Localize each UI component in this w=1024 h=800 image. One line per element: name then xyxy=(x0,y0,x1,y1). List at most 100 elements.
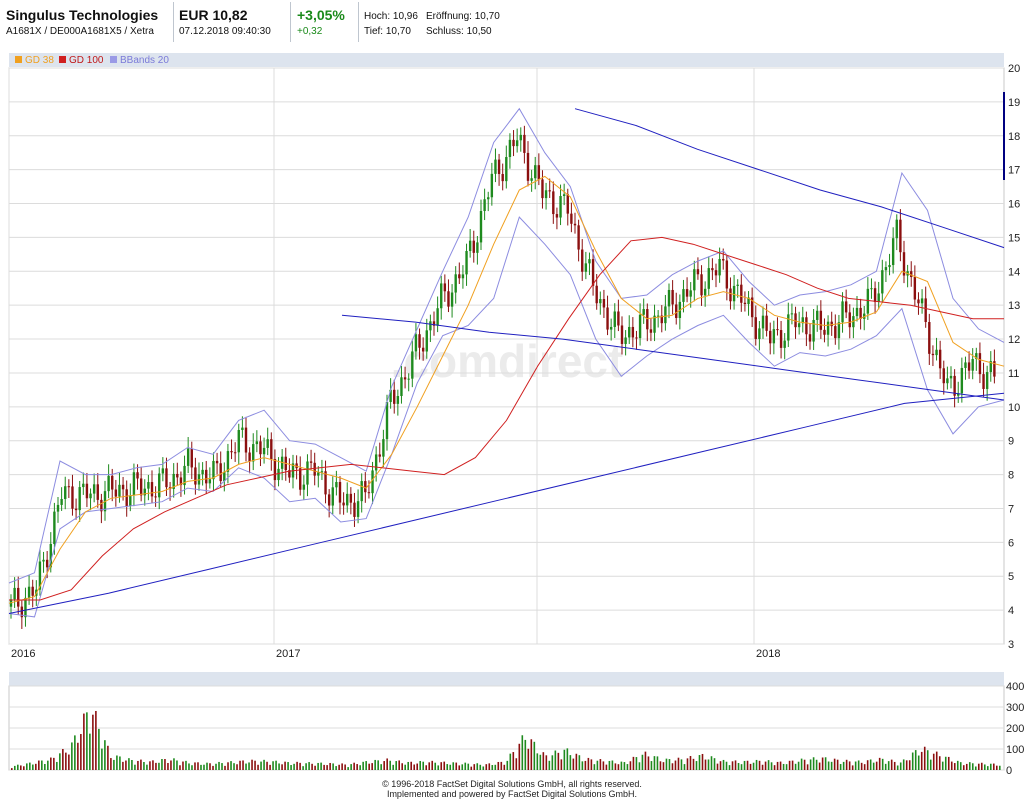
volume-bar xyxy=(164,759,166,770)
candle-body xyxy=(107,475,110,492)
volume-bar xyxy=(179,765,181,770)
volume-bar xyxy=(509,753,512,770)
volume-bar xyxy=(995,765,998,770)
candle-body xyxy=(931,353,935,356)
candle-body xyxy=(783,340,786,348)
candle-body xyxy=(830,321,833,327)
volume-bar xyxy=(77,742,79,770)
volume-bar xyxy=(962,765,965,770)
volume-bar xyxy=(938,756,941,770)
candle-body xyxy=(111,475,114,490)
candle-body xyxy=(129,495,132,506)
volume-bar xyxy=(863,764,866,770)
candle-body xyxy=(67,486,71,488)
y-tick-label: 13 xyxy=(1008,300,1020,312)
candle-body xyxy=(483,199,486,212)
volume-bar xyxy=(860,762,863,770)
volume-bar xyxy=(290,765,292,770)
candle-body xyxy=(421,347,425,352)
volume-bar xyxy=(608,760,611,770)
volume-bar xyxy=(458,765,461,770)
volume-bar xyxy=(908,760,911,770)
volume-bar xyxy=(662,762,665,770)
upper-channel-trendline xyxy=(574,108,1005,249)
volume-bar xyxy=(875,761,878,770)
candle-body xyxy=(118,484,121,497)
volume-bar xyxy=(410,761,413,770)
candle-body xyxy=(447,291,450,307)
candle-body xyxy=(559,196,562,218)
price-chart: .comdirect 34567891011121314151617181920… xyxy=(8,63,1024,777)
candle-body xyxy=(114,489,118,497)
candle-body xyxy=(266,439,269,448)
candle-body xyxy=(335,481,338,488)
volume-bar xyxy=(824,757,827,770)
candle-body xyxy=(237,429,240,453)
volume-bar xyxy=(770,762,773,770)
candle-body xyxy=(841,301,844,323)
volume-bar xyxy=(437,765,440,770)
candle-body xyxy=(230,451,233,453)
volume-bar xyxy=(416,763,419,770)
volume-bar xyxy=(986,766,989,770)
volume-bar xyxy=(470,766,473,770)
candle-body xyxy=(736,284,739,286)
volume-bar xyxy=(677,757,680,770)
volume-bar xyxy=(809,759,812,770)
candle-body xyxy=(270,439,273,460)
candle-body xyxy=(826,321,830,335)
volume-bar xyxy=(80,734,82,770)
candle-body xyxy=(526,152,530,181)
volume-bar xyxy=(239,760,241,770)
candle-body xyxy=(490,173,494,198)
candle-body xyxy=(859,307,862,319)
candle-body xyxy=(638,314,642,339)
volume-bar xyxy=(926,750,929,770)
volume-bar xyxy=(794,763,797,770)
volume-bar xyxy=(17,764,19,770)
volume-bar xyxy=(155,762,157,770)
volume-header-bar xyxy=(9,672,1004,686)
volume-bar xyxy=(545,755,548,770)
volume-bar xyxy=(245,763,247,770)
y-tick-label: 20 xyxy=(1008,63,1020,75)
volume-bar xyxy=(737,762,740,770)
volume-bar xyxy=(266,761,268,770)
volume-bar xyxy=(695,761,698,770)
volume-bar xyxy=(632,756,635,770)
gd100-line xyxy=(9,236,1004,601)
candle-body xyxy=(805,317,808,335)
candle-body xyxy=(85,483,89,499)
volume-bar xyxy=(293,763,295,770)
volume-bar xyxy=(101,748,103,770)
candle-body xyxy=(707,268,710,289)
volume-bar xyxy=(170,760,172,770)
volume-bar xyxy=(827,761,830,770)
candle-body xyxy=(418,334,421,348)
volume-bar xyxy=(65,752,67,770)
volume-bar xyxy=(701,753,704,770)
candle-body xyxy=(208,479,212,484)
volume-bar xyxy=(749,763,752,770)
candle-body xyxy=(429,321,432,331)
volume-bar xyxy=(74,735,76,770)
candle-body xyxy=(790,313,794,315)
y-tick-label: 18 xyxy=(1008,131,1020,143)
volume-bar xyxy=(836,759,839,770)
volume-bar xyxy=(56,761,58,770)
volume-bar xyxy=(242,760,244,770)
volume-bar xyxy=(494,764,497,770)
volume-bar xyxy=(20,765,22,770)
volume-tick-label: 0 xyxy=(1006,765,1012,777)
volume-bar xyxy=(866,760,869,770)
candle-body xyxy=(201,469,204,475)
volume-bar xyxy=(497,761,500,770)
volume-bar xyxy=(713,758,716,770)
volume-bar xyxy=(197,762,199,770)
volume-bar xyxy=(602,761,605,770)
volume-bar xyxy=(194,762,196,770)
candle-body xyxy=(327,494,331,506)
volume-bar xyxy=(395,761,397,770)
volume-bar xyxy=(788,760,791,770)
volume-bar xyxy=(965,763,968,770)
